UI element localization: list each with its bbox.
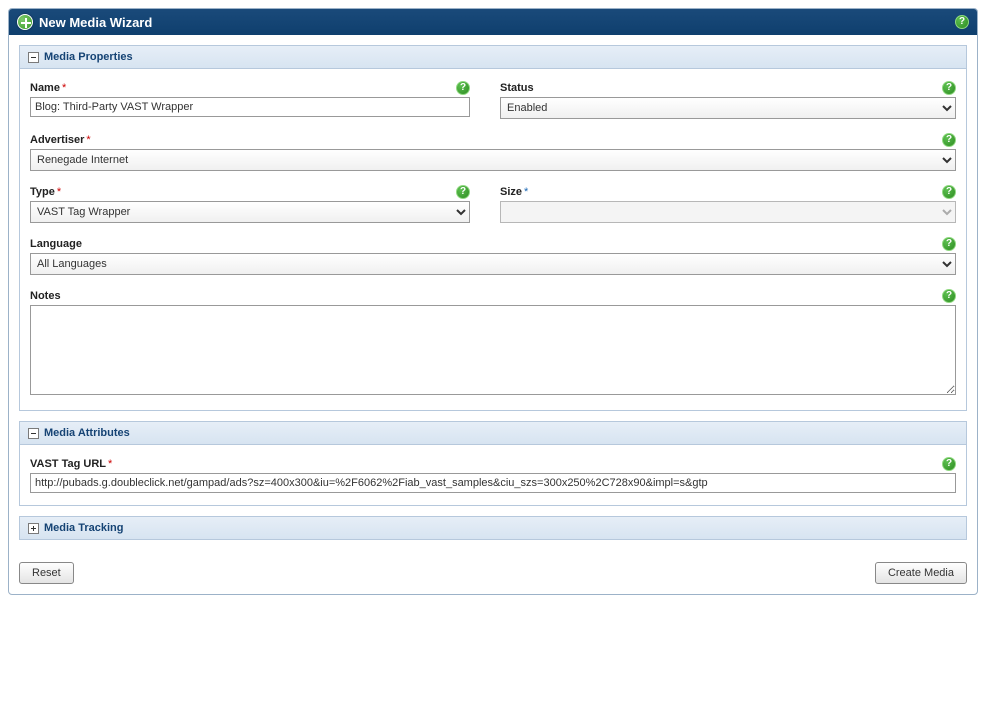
required-marker: * [55,186,61,198]
help-icon[interactable] [942,457,956,471]
type-select[interactable]: VAST Tag Wrapper [30,201,470,223]
section-media-attributes-header[interactable]: Media Attributes [19,421,967,445]
help-icon[interactable] [942,133,956,147]
vast-url-label: VAST Tag URL [30,458,106,470]
section-media-tracking-header[interactable]: Media Tracking [19,516,967,540]
status-label: Status [500,82,534,94]
section-media-properties-body: Name * Status Enabled [19,69,967,411]
type-label: Type [30,186,55,198]
footer: Reset Create Media [19,552,967,584]
field-notes: Notes [30,289,956,398]
size-select [500,201,956,223]
advertiser-select[interactable]: Renegade Internet [30,149,956,171]
reset-button[interactable]: Reset [19,562,74,584]
help-icon[interactable] [456,81,470,95]
collapse-icon[interactable] [28,428,39,439]
create-media-button[interactable]: Create Media [875,562,967,584]
notes-label: Notes [30,290,61,302]
required-marker: * [84,134,90,146]
collapse-icon[interactable] [28,52,39,63]
field-vast-url: VAST Tag URL * [30,457,956,493]
language-select[interactable]: All Languages [30,253,956,275]
help-icon[interactable] [955,15,969,29]
field-size: Size * [500,185,956,223]
field-type: Type * VAST Tag Wrapper [30,185,470,223]
section-title: Media Tracking [44,522,123,534]
vast-url-input[interactable] [30,473,956,493]
panel-header: New Media Wizard [9,9,977,35]
expand-icon[interactable] [28,523,39,534]
panel-body: Media Properties Name * Status [9,35,977,594]
help-icon[interactable] [942,81,956,95]
new-media-wizard-panel: New Media Wizard Media Properties Name * [8,8,978,595]
help-icon[interactable] [942,289,956,303]
field-advertiser: Advertiser * Renegade Internet [30,133,956,171]
help-icon[interactable] [456,185,470,199]
help-icon[interactable] [942,185,956,199]
field-language: Language All Languages [30,237,956,275]
help-icon[interactable] [942,237,956,251]
section-media-attributes-body: VAST Tag URL * [19,445,967,506]
notes-textarea[interactable] [30,305,956,395]
section-title: Media Properties [44,51,133,63]
field-name: Name * [30,81,470,119]
status-select[interactable]: Enabled [500,97,956,119]
add-icon [17,14,33,30]
required-marker: * [522,186,528,198]
advertiser-label: Advertiser [30,134,84,146]
language-label: Language [30,238,82,250]
required-marker: * [60,82,66,94]
name-label: Name [30,82,60,94]
required-marker: * [106,458,112,470]
name-input[interactable] [30,97,470,117]
panel-title: New Media Wizard [39,15,152,30]
field-status: Status Enabled [500,81,956,119]
section-title: Media Attributes [44,427,130,439]
section-media-properties-header[interactable]: Media Properties [19,45,967,69]
size-label: Size [500,186,522,198]
